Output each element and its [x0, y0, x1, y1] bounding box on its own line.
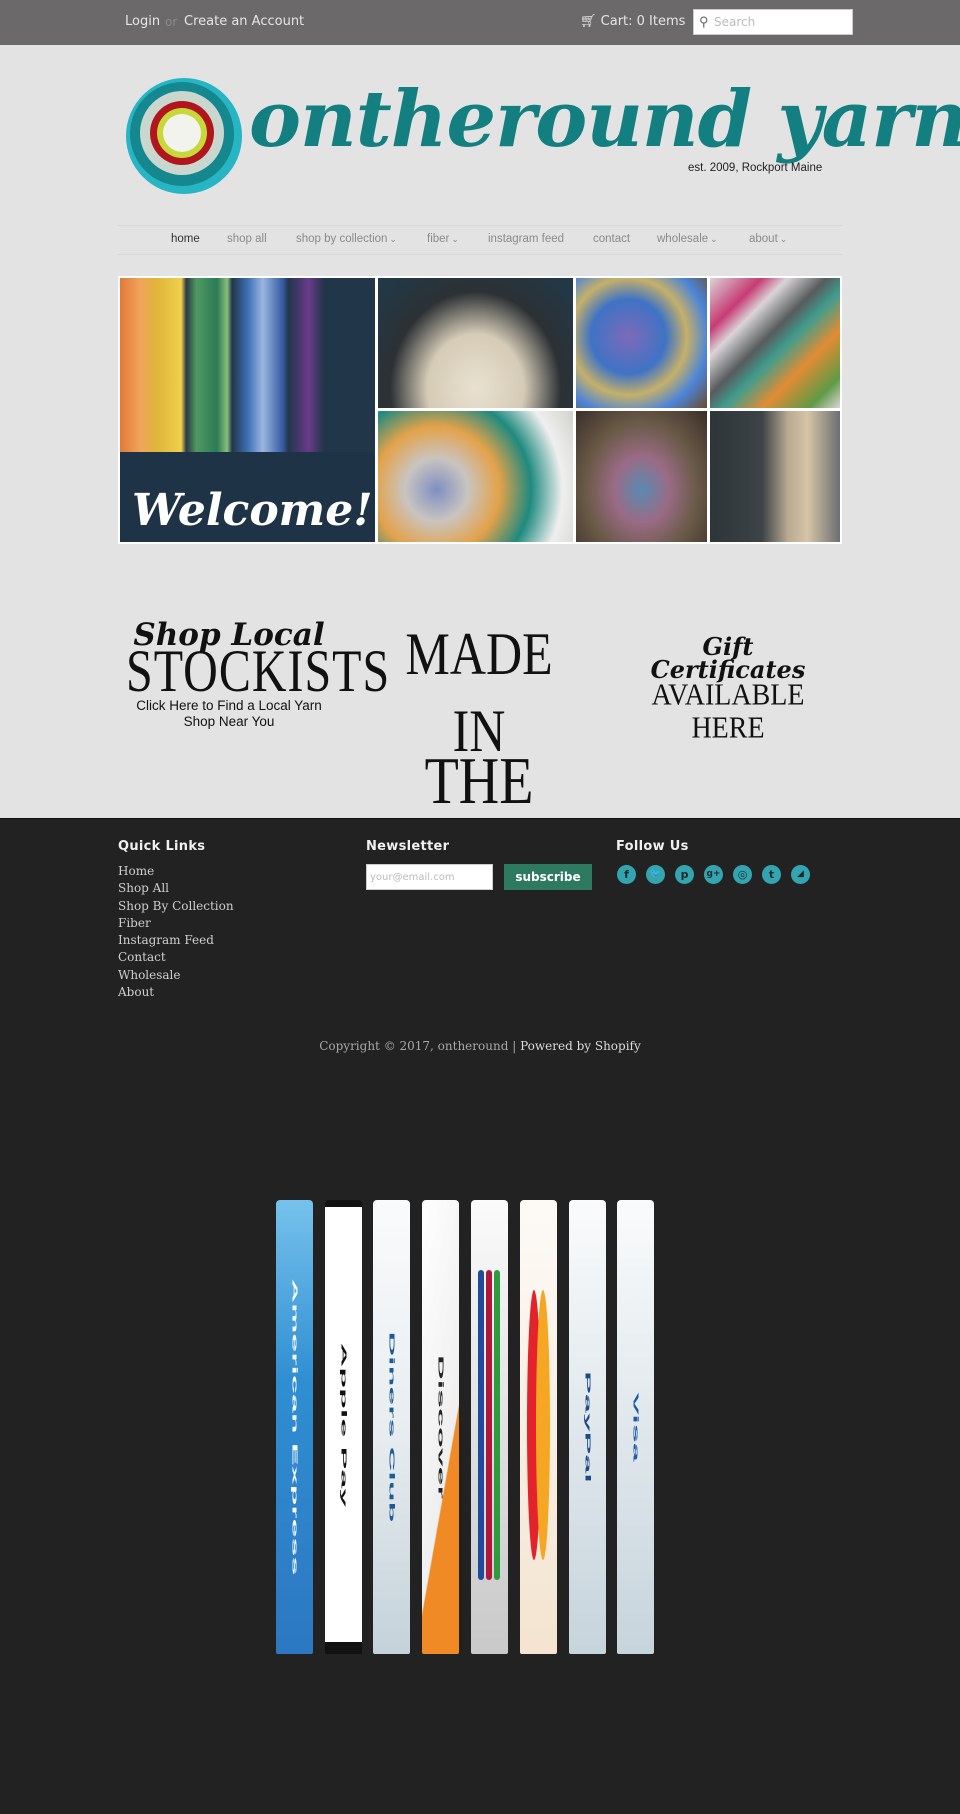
- payment-label: Visa: [631, 1392, 640, 1462]
- footer-link-about[interactable]: About: [118, 984, 234, 1001]
- newsletter-title: Newsletter: [366, 839, 450, 854]
- payment-label: PayPal: [583, 1371, 592, 1483]
- facebook-icon[interactable]: f: [617, 865, 636, 884]
- create-account-link[interactable]: Create an Account: [184, 14, 304, 29]
- mastercard-orange-circle: [536, 1290, 550, 1560]
- chevron-down-icon: ⌄: [451, 234, 459, 244]
- gift-title: Available Here: [651, 677, 805, 745]
- footer-link-home[interactable]: Home: [118, 863, 234, 880]
- instagram-icon[interactable]: ◎: [733, 865, 752, 884]
- powered-by-shopify-link[interactable]: Powered by Shopify: [520, 1039, 641, 1053]
- welcome-text: Welcome!: [132, 485, 373, 536]
- newsletter-email-input[interactable]: [366, 864, 493, 890]
- hero-tile-yarn-basket[interactable]: [576, 411, 707, 542]
- stockists-title: Stockists: [126, 638, 391, 705]
- gift-certificates-promo[interactable]: Gift Certificates Available Here: [630, 635, 826, 745]
- yarn-ring-logo-icon: [126, 78, 242, 194]
- footer-link-shop-all[interactable]: Shop All: [118, 880, 234, 897]
- jcb-stripe-blue: [478, 1270, 484, 1580]
- nav-label: wholesale: [657, 233, 709, 245]
- rss-icon[interactable]: ◢: [791, 865, 810, 884]
- copyright-text: Copyright © 2017, ontheround |: [319, 1039, 521, 1053]
- payment-discover-icon: Discover: [422, 1200, 459, 1654]
- nav-home[interactable]: home: [171, 233, 200, 245]
- hero-tile-swatches[interactable]: [710, 278, 840, 408]
- chevron-down-icon: ⌄: [710, 234, 718, 244]
- footer-link-wholesale[interactable]: Wholesale: [118, 967, 234, 984]
- shopping-cart-icon: 🛒︎: [580, 14, 597, 29]
- footer-link-instagram-feed[interactable]: Instagram Feed: [118, 932, 234, 949]
- nav-shop-by-collection[interactable]: shop by collection ⌄: [296, 233, 397, 245]
- hero-tile-dyed-skeins[interactable]: Welcome!: [120, 278, 375, 542]
- search-input[interactable]: [714, 13, 848, 31]
- payment-jcb-icon: [471, 1200, 508, 1654]
- quick-links-title: Quick Links: [118, 839, 206, 854]
- nav-shop-all[interactable]: shop all: [227, 233, 267, 245]
- nav-wholesale[interactable]: wholesale ⌄: [657, 233, 718, 245]
- payment-american-express-icon: American Express: [276, 1200, 313, 1654]
- nav-label: shop by collection: [296, 233, 388, 245]
- quick-links-list: Home Shop All Shop By Collection Fiber I…: [118, 863, 234, 1001]
- nav-label: home: [171, 233, 200, 245]
- tumblr-icon[interactable]: t: [762, 865, 781, 884]
- payment-label: Discover: [436, 1355, 445, 1499]
- footer-link-fiber[interactable]: Fiber: [118, 915, 234, 932]
- logo-wordmark: ontheround yarn: [249, 74, 960, 165]
- subscribe-button[interactable]: subscribe: [504, 864, 592, 890]
- cart-label: Cart: 0 Items: [600, 14, 686, 29]
- cart-link[interactable]: 🛒︎ Cart: 0 Items: [580, 14, 685, 29]
- hero-tile-yarn-bowl[interactable]: [378, 411, 573, 542]
- top-bar: Login or Create an Account 🛒︎ Cart: 0 It…: [0, 0, 960, 45]
- payment-apple-pay-icon: Apple Pay: [325, 1200, 362, 1654]
- nav-label: fiber: [427, 233, 450, 245]
- stockists-caption-2: Shop Near You: [183, 714, 275, 729]
- main-nav: home shop all shop by collection ⌄ fiber ⌄…: [118, 225, 842, 255]
- nav-label: contact: [593, 233, 631, 245]
- payment-paypal-icon: PayPal: [569, 1200, 606, 1654]
- nav-about[interactable]: about ⌄: [749, 233, 787, 245]
- payment-label: Apple Pay: [339, 1342, 348, 1507]
- footer-link-contact[interactable]: Contact: [118, 949, 234, 966]
- nav-instagram-feed[interactable]: instagram feed: [488, 233, 564, 245]
- hero-tile-undyed-yarn[interactable]: [378, 278, 573, 408]
- or-separator: or: [165, 15, 178, 29]
- copyright: Copyright © 2017, ontheround | Powered b…: [0, 1039, 960, 1053]
- google-plus-icon[interactable]: g+: [704, 865, 723, 884]
- stockists-promo[interactable]: Shop Local Stockists Click Here to Find …: [126, 620, 391, 745]
- jcb-stripe-red: [486, 1270, 492, 1580]
- nav-fiber[interactable]: fiber ⌄: [427, 233, 459, 245]
- chevron-down-icon: ⌄: [389, 234, 397, 244]
- nav-label: about: [749, 233, 778, 245]
- payment-label: Diners Club: [387, 1331, 396, 1523]
- search-icon: ⚲: [699, 14, 709, 29]
- twitter-icon[interactable]: 🐦: [646, 865, 665, 884]
- nav-label: instagram feed: [488, 233, 565, 245]
- payment-mastercard-icon: [520, 1200, 557, 1654]
- payment-diners-club-icon: Diners Club: [373, 1200, 410, 1654]
- logo-tagline: est. 2009, Rockport Maine: [688, 162, 823, 174]
- nav-label: shop all: [227, 233, 267, 245]
- site-logo[interactable]: ontheround yarn est. 2009, Rockport Main…: [124, 74, 960, 196]
- hero-tile-roving[interactable]: [576, 278, 707, 408]
- jcb-stripe-green: [494, 1270, 500, 1580]
- payment-label: American Express: [290, 1278, 299, 1576]
- footer-link-shop-by-collection[interactable]: Shop By Collection: [118, 898, 234, 915]
- follow-us-title: Follow Us: [616, 839, 689, 854]
- payment-visa-icon: Visa: [617, 1200, 654, 1654]
- search-box[interactable]: ⚲: [693, 9, 853, 35]
- hero-tile-spinning[interactable]: [710, 411, 840, 542]
- pinterest-icon[interactable]: p: [675, 865, 694, 884]
- login-link[interactable]: Login: [125, 14, 160, 29]
- hero-mosaic[interactable]: Welcome!: [118, 276, 842, 544]
- chevron-down-icon: ⌄: [779, 234, 788, 244]
- nav-contact[interactable]: contact: [593, 233, 630, 245]
